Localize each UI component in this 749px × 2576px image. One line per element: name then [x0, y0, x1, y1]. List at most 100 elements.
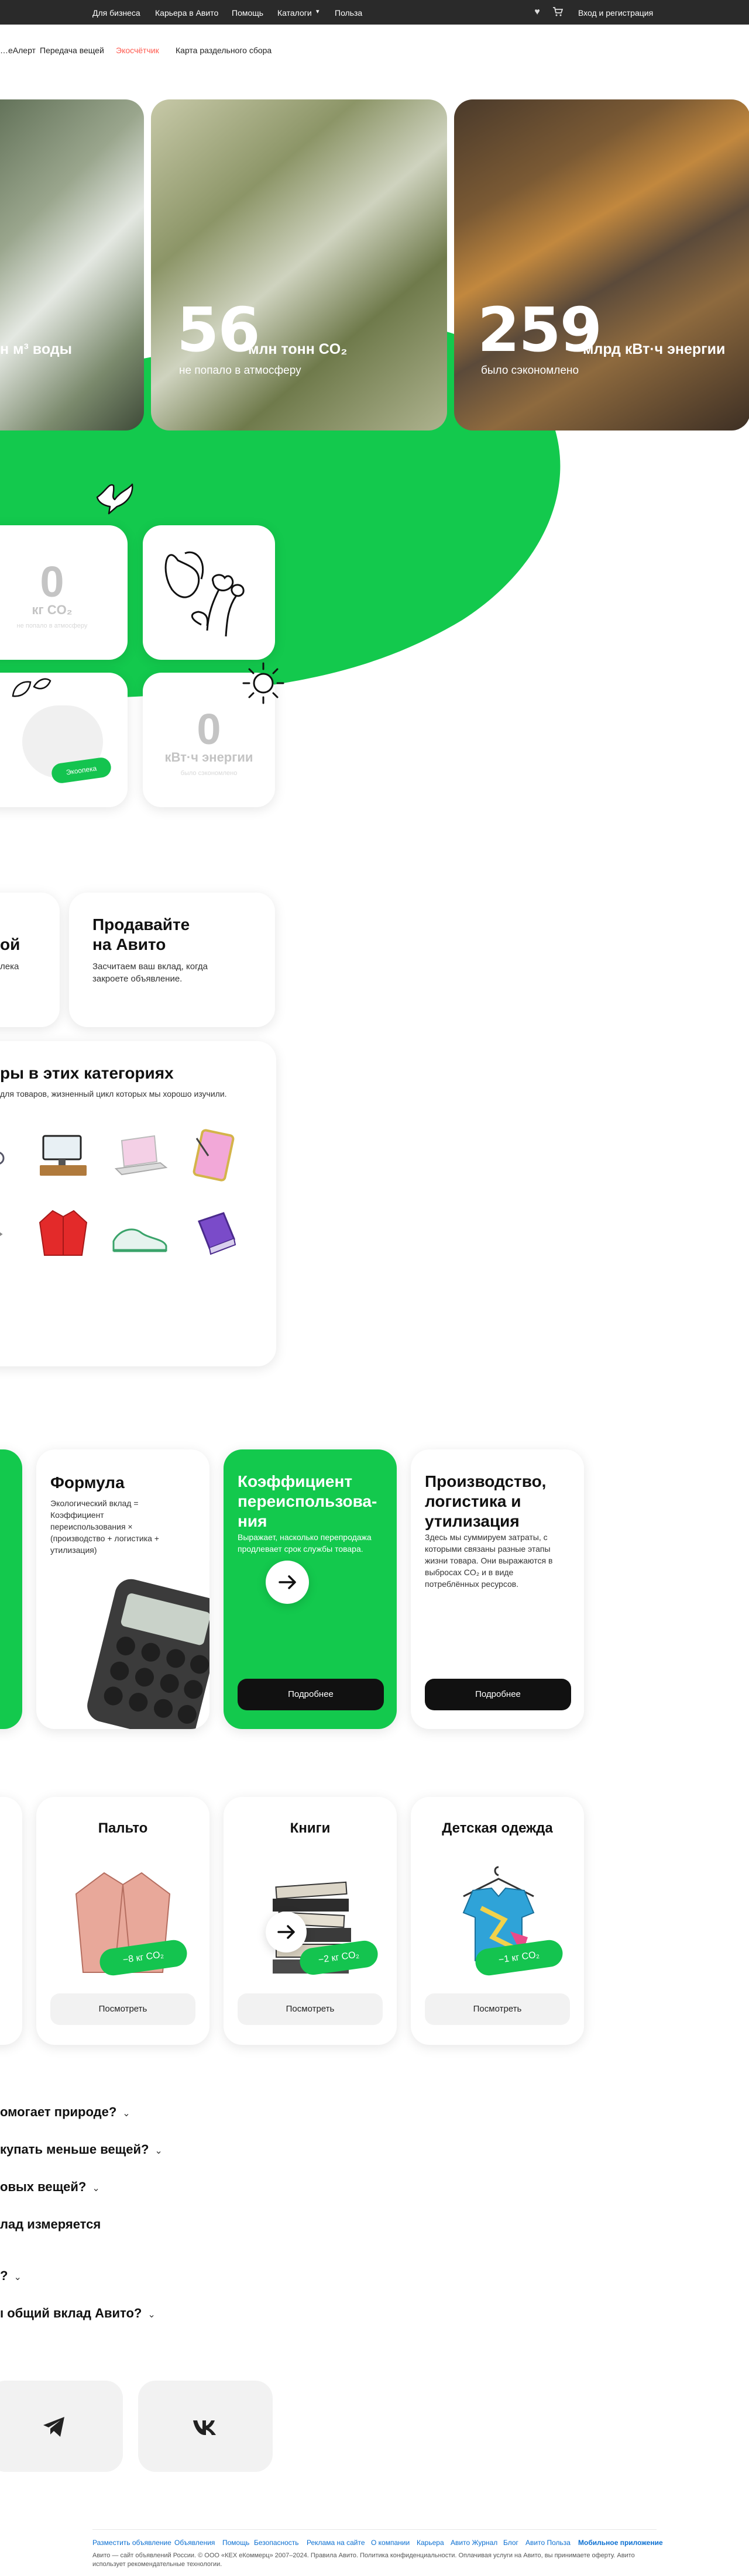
nav-catalogs-link[interactable]: Каталоги: [277, 8, 312, 18]
sneakers-icon: [112, 1228, 167, 1252]
arrow-right-icon: [279, 1575, 296, 1589]
chevron-down-icon: ⌄: [147, 2310, 156, 2320]
production-title: Производство, логистика и утилизация: [425, 1472, 547, 1530]
product-card-books: Книги −2 кг CO₂ Посмотреть: [224, 1797, 397, 2045]
butterfly-illustration-tile: [143, 525, 275, 660]
production-text: Здесь мы суммируем затраты, с которыми с…: [425, 1532, 553, 1589]
production-card: Производство, логистика и утилизация Зде…: [411, 1449, 584, 1729]
telegram-button[interactable]: [0, 2381, 123, 2472]
formula-title: Формула: [50, 1473, 125, 1492]
footer-link-post-ad[interactable]: Разместить объявление: [92, 2539, 171, 2547]
footer-link-safety[interactable]: Безопасность: [254, 2539, 299, 2547]
hero-card-co2: 56 млн тонн CO₂ не попало в атмосферу: [151, 99, 447, 431]
vk-icon: [193, 2420, 216, 2435]
co2-counter-unit: кг CO₂: [32, 602, 73, 617]
co2-counter-note: не попало в атмосферу: [16, 622, 88, 629]
chevron-down-icon: ⌄: [122, 2109, 130, 2119]
product-title-books: Книги: [290, 1820, 331, 1836]
footer-link-mobile-app[interactable]: Мобильное приложение: [578, 2539, 663, 2547]
footer-link-career[interactable]: Карьера: [417, 2539, 444, 2547]
chevron-down-icon: ⌄: [92, 2184, 100, 2193]
item-partial-icon: [0, 1232, 3, 1237]
nav-career-link[interactable]: Карьера в Авито: [155, 8, 218, 18]
cart-icon[interactable]: [552, 6, 564, 18]
reuse-coefficient-title: Коэффициент переиспользова-ния: [238, 1472, 377, 1530]
subnav-item-recycling-map[interactable]: Карта раздельного сбора: [176, 46, 272, 55]
arrow-right-icon: [277, 1925, 295, 1939]
sell-card-title: Продавайте на Авито: [92, 915, 190, 953]
tv-stand-icon: [40, 1135, 87, 1176]
product-card-coat: Пальто −8 кг CO₂ Посмотреть: [36, 1797, 209, 2045]
footer-link-ads[interactable]: Объявления: [174, 2539, 215, 2547]
footer-link-blog[interactable]: Блог: [503, 2539, 518, 2547]
footer-divider: [92, 2529, 657, 2530]
hero-energy-unit: млрд кВт·ч энергии: [583, 341, 726, 357]
left-card-title: ой: [0, 935, 20, 953]
footer-link-advertising[interactable]: Реклама на сайте: [307, 2539, 365, 2547]
energy-counter-tile: 0 кВт·ч энергии было сэкономлено: [143, 662, 284, 807]
subnav-item-alert[interactable]: …еАлерт: [0, 46, 36, 55]
faq-item-3[interactable]: овых вещей? ⌄: [0, 2179, 100, 2195]
bike-icon: [0, 1152, 5, 1165]
butterfly-flower-illustration: [164, 551, 245, 637]
footer-link-about[interactable]: О компании: [371, 2539, 410, 2547]
faq-item-4[interactable]: лад измеряется: [0, 2217, 101, 2232]
left-info-card: ой лека: [0, 893, 60, 1027]
footer-copyright: Авито — сайт объявлений России. © ООО «К…: [92, 2552, 635, 2568]
top-bar: Для бизнеса Карьера в Авито Помощь Катал…: [0, 0, 749, 25]
formula-card: Формула Экологический вклад = Коэффициен…: [36, 1449, 209, 1729]
subnav-item-ecocounter[interactable]: Экосчётчик: [116, 46, 159, 55]
view-books-button[interactable]: Посмотреть: [238, 1993, 383, 2025]
partial-product-card: [0, 1797, 22, 2045]
co2-counter-tile: 0 кг CO₂ не попало в атмосферу: [0, 525, 128, 660]
faq-question-1: омогает природе?: [0, 2105, 117, 2119]
login-link[interactable]: Вход и регистрация: [578, 8, 653, 18]
hero-card-energy: 259 млрд кВт·ч энергии было сэкономлено: [454, 99, 749, 431]
sun-doodle-icon: [242, 662, 284, 704]
energy-counter-unit: кВт·ч энергии: [164, 750, 253, 764]
heart-icon[interactable]: ♥: [531, 6, 543, 18]
hero-water-unit: н м³ воды: [0, 341, 73, 357]
hero-card-water: н м³ воды: [0, 99, 144, 431]
hero-co2-subtitle: не попало в атмосферу: [179, 364, 301, 377]
nav-help-link[interactable]: Помощь: [232, 8, 263, 18]
left-card-text: лека: [0, 962, 19, 972]
footer-link-benefit[interactable]: Авито Польза: [525, 2539, 571, 2547]
vk-button[interactable]: [138, 2381, 273, 2472]
subnav-item-transfer[interactable]: Передача вещей: [40, 46, 104, 55]
sell-card-text: Засчитаем ваш вклад, когда закроете объя…: [92, 962, 208, 984]
green-edge-card: [0, 1449, 22, 1729]
faq-item-2[interactable]: купать меньше вещей? ⌄: [0, 2142, 163, 2157]
chevron-down-icon: ⌄: [154, 2146, 163, 2156]
bird-doodle-icon: [96, 483, 133, 515]
product-card-kids: Детская одежда −1 кг CO₂ Посмотреть: [411, 1797, 584, 2045]
reuse-coefficient-card: Коэффициент переиспользова-ния Выражает,…: [224, 1449, 397, 1729]
arrow-right-button[interactable]: [266, 1561, 309, 1604]
footer-link-help[interactable]: Помощь: [222, 2539, 249, 2547]
view-kids-button[interactable]: Посмотреть: [425, 1993, 570, 2025]
nav-business-link[interactable]: Для бизнеса: [92, 8, 140, 18]
hero-co2-number: 56: [177, 294, 260, 366]
hero-co2-unit: млн тонн CO₂: [248, 341, 348, 357]
reuse-details-button[interactable]: Подробнее: [238, 1679, 384, 1710]
faq-item-5[interactable]: ? ⌄: [0, 2268, 22, 2284]
footer-link-journal[interactable]: Авито Журнал: [451, 2539, 497, 2547]
energy-counter-value: 0: [197, 705, 221, 753]
leaves-doodle-icon: [12, 678, 51, 697]
telegram-icon: [43, 2417, 64, 2437]
categories-text: для товаров, жизненный цикл которых мы х…: [0, 1089, 227, 1098]
view-coat-button[interactable]: Посмотреть: [50, 1993, 195, 2025]
production-details-button[interactable]: Подробнее: [425, 1679, 571, 1710]
formula-text: Экологический вклад = Коэффициент переис…: [50, 1499, 159, 1555]
nav-benefit-link[interactable]: Польза: [335, 8, 362, 18]
faq-item-6[interactable]: ı общий вклад Авито? ⌄: [0, 2306, 156, 2321]
calculator-illustration: [87, 1579, 209, 1729]
arrow-right-button-books[interactable]: [266, 1912, 307, 1952]
faq-item-1[interactable]: омогает природе? ⌄: [0, 2105, 130, 2120]
categories-title: ры в этих категориях: [0, 1064, 174, 1082]
eco-badge-tile: Экоопека: [0, 673, 128, 807]
laptop-icon: [114, 1135, 168, 1176]
faq-question-6: ı общий вклад Авито?: [0, 2306, 142, 2320]
co2-counter-value: 0: [40, 557, 64, 606]
sell-on-avito-card: Продавайте на Авито Засчитаем ваш вклад,…: [69, 893, 275, 1027]
